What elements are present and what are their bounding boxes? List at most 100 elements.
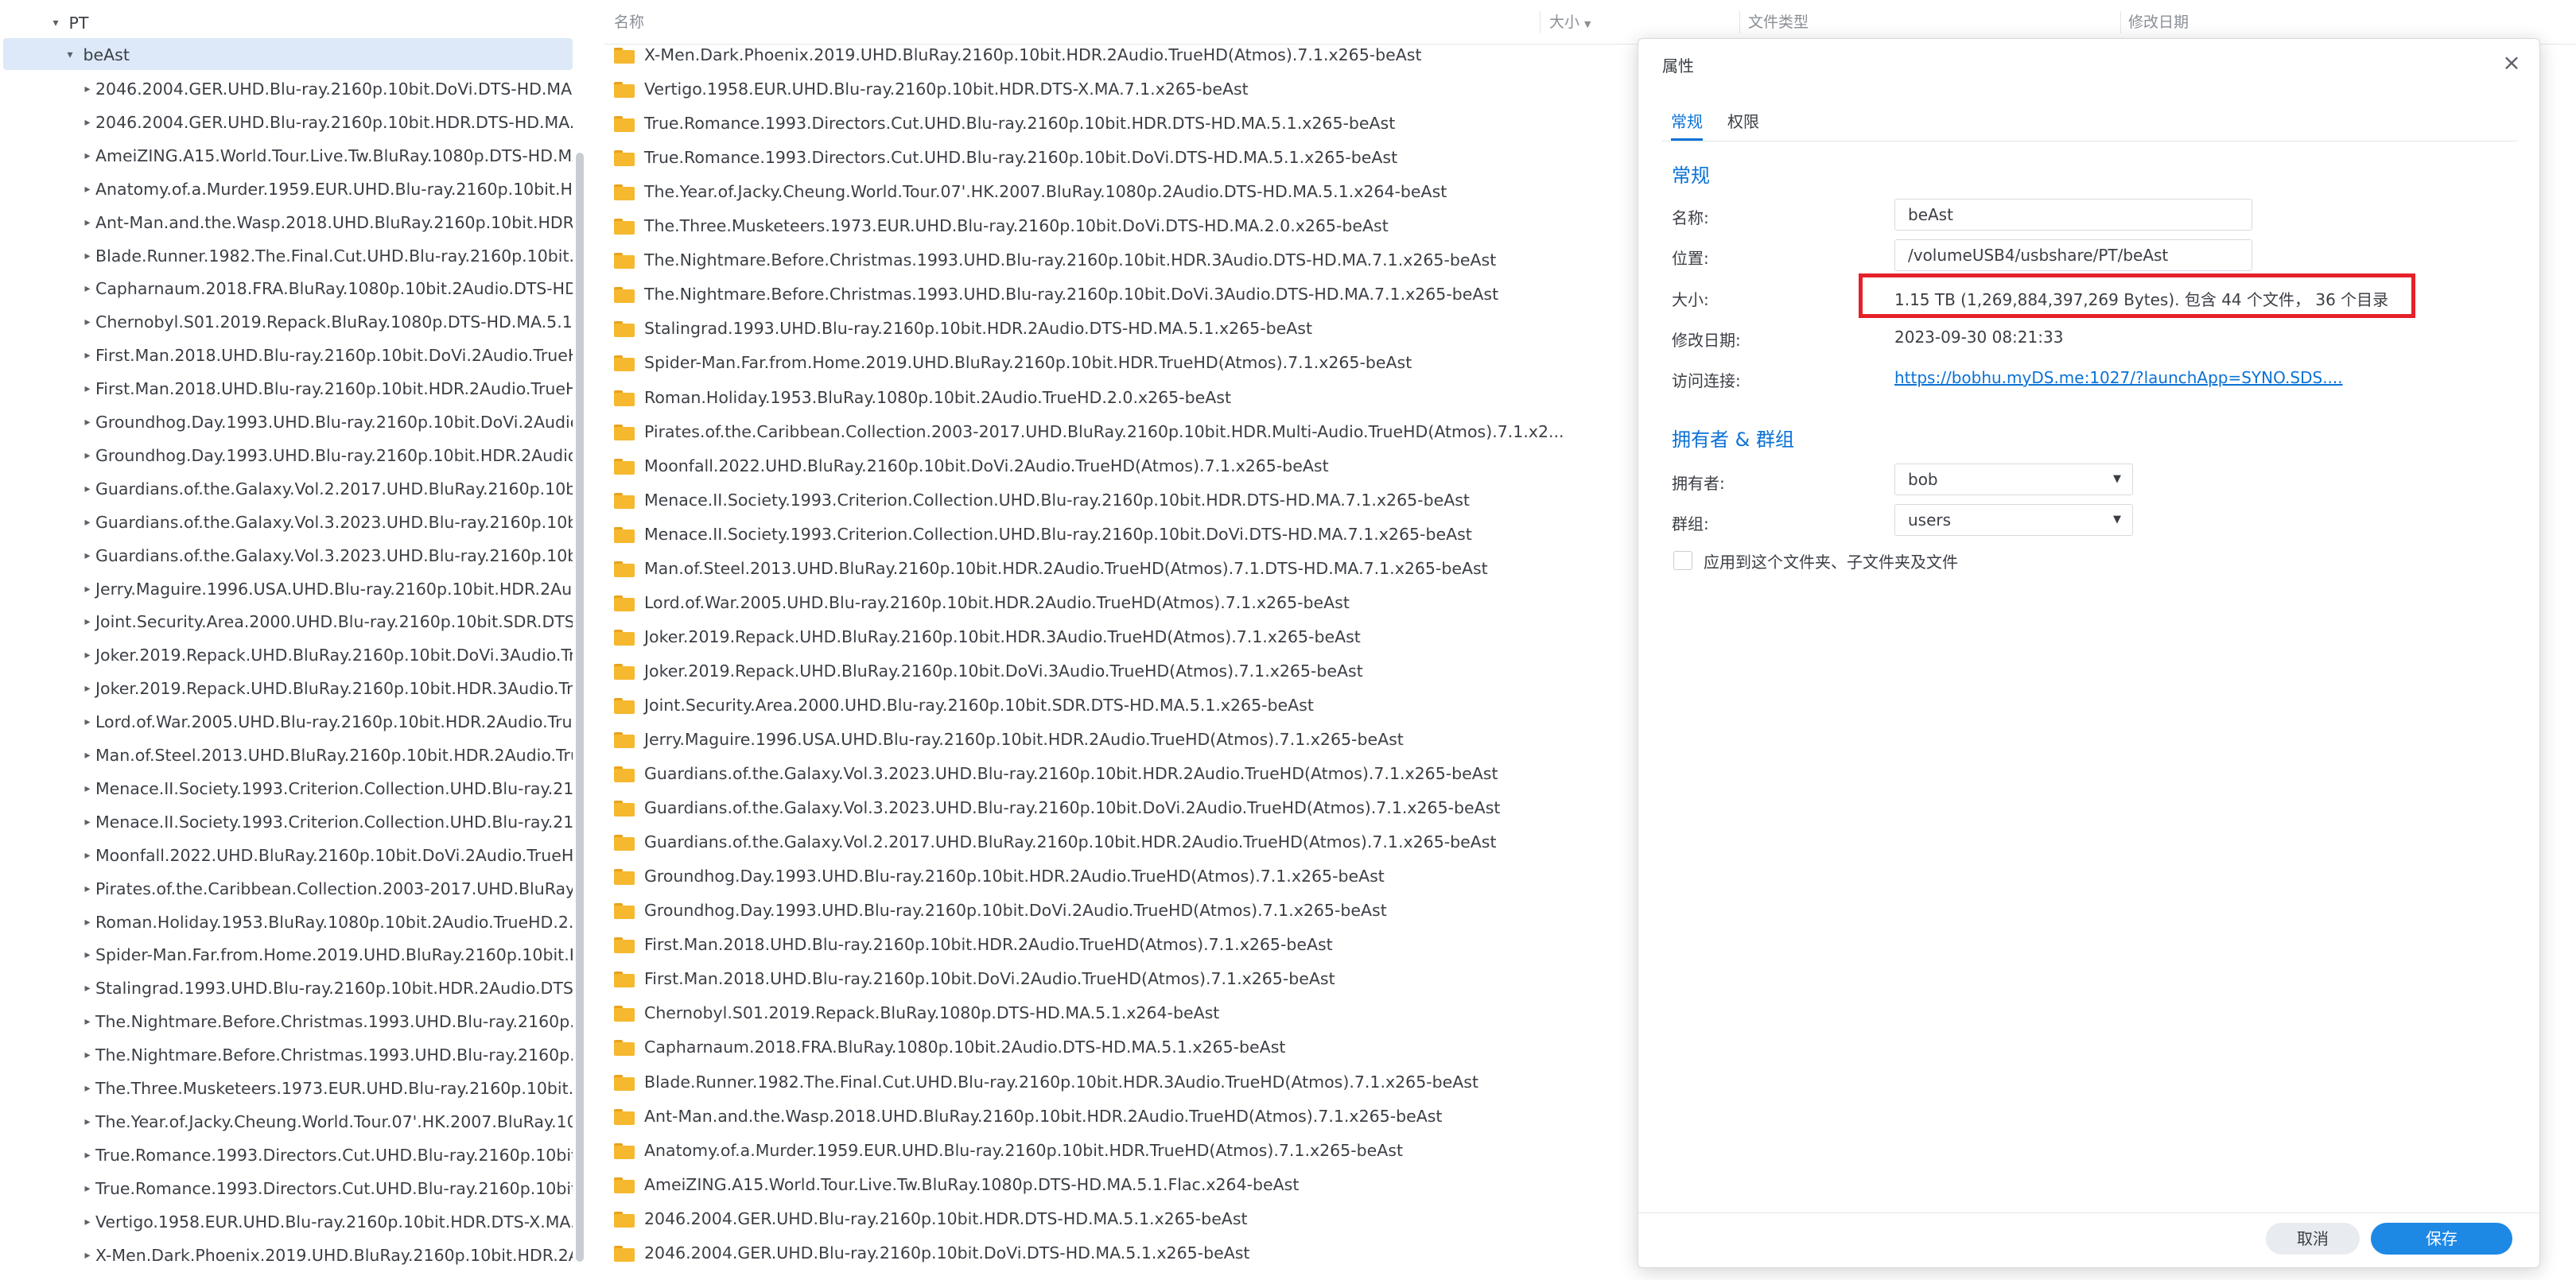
expand-arrow-icon[interactable]: ▸ xyxy=(80,939,95,970)
tree-item[interactable]: ▸ True.Romance.1993.Directors.Cut.UHD.Blu… xyxy=(80,1138,573,1170)
column-separator[interactable] xyxy=(1540,11,1541,33)
tree-item[interactable]: ▸ 2046.2004.GER.UHD.Blu-ray.2160p.10bit.H… xyxy=(80,106,573,138)
expand-arrow-icon[interactable]: ▸ xyxy=(80,639,95,670)
tree-item[interactable]: ▸ Groundhog.Day.1993.UHD.Blu-ray.2160p.10… xyxy=(80,405,573,437)
tree-item[interactable]: ▸ Ant-Man.and.the.Wasp.2018.UHD.BluRay.21… xyxy=(80,206,573,238)
expand-arrow-icon[interactable]: ▸ xyxy=(80,373,95,404)
tree-item[interactable]: ▸ The.Nightmare.Before.Christmas.1993.UHD… xyxy=(80,1005,573,1037)
tree-item[interactable]: ▸ Joint.Security.Area.2000.UHD.Blu-ray.21… xyxy=(80,605,573,637)
tree-item[interactable]: ▸ Vertigo.1958.EUR.UHD.Blu-ray.2160p.10bi… xyxy=(80,1205,573,1237)
expand-arrow-icon[interactable]: ▸ xyxy=(80,706,95,737)
tree-item[interactable]: ▸ AmeiZING.A15.World.Tour.Live.Tw.BluRay.… xyxy=(80,139,573,171)
expand-arrow-icon[interactable]: ▸ xyxy=(80,1106,95,1137)
tree-item[interactable]: ▸ First.Man.2018.UHD.Blu-ray.2160p.10bit.… xyxy=(80,339,573,370)
save-button[interactable]: 保存 xyxy=(2371,1223,2512,1255)
tree-item[interactable]: ▸ Anatomy.of.a.Murder.1959.EUR.UHD.Blu-ra… xyxy=(80,173,573,204)
name-field[interactable]: beAst xyxy=(1894,199,2252,231)
expand-arrow-icon[interactable]: ▸ xyxy=(80,573,95,604)
cancel-button[interactable]: 取消 xyxy=(2266,1223,2360,1255)
tab-general[interactable]: 常规 xyxy=(1671,109,1703,141)
expand-arrow-icon[interactable]: ▸ xyxy=(80,207,95,238)
expand-arrow-icon[interactable]: ▸ xyxy=(80,140,95,171)
tree-item[interactable]: ▸ Moonfall.2022.UHD.BluRay.2160p.10bit.Do… xyxy=(80,839,573,871)
expand-arrow-icon[interactable]: ▸ xyxy=(80,673,95,704)
expand-arrow-icon[interactable]: ▸ xyxy=(80,1206,95,1237)
tree-item[interactable]: ▸ Roman.Holiday.1953.BluRay.1080p.10bit.2… xyxy=(80,906,573,937)
expand-arrow-icon[interactable]: ▸ xyxy=(80,1173,95,1204)
expand-arrow-icon[interactable]: ▸ xyxy=(80,473,95,504)
expand-arrow-icon[interactable]: ▸ xyxy=(80,906,95,937)
tree-item[interactable]: ▸ X-Men.Dark.Phoenix.2019.UHD.BluRay.2160… xyxy=(80,1239,573,1270)
tree-item[interactable]: ▸ Jerry.Maguire.1996.USA.UHD.Blu-ray.2160… xyxy=(80,572,573,604)
tree-item[interactable]: ▸ The.Nightmare.Before.Christmas.1993.UHD… xyxy=(80,1038,573,1070)
tree-item[interactable]: ▸ Guardians.of.the.Galaxy.Vol.3.2023.UHD.… xyxy=(80,539,573,571)
file-name: Anatomy.of.a.Murder.1959.EUR.UHD.Blu-ray… xyxy=(644,1140,1403,1160)
expand-arrow-icon[interactable]: ▾ xyxy=(48,7,64,38)
tree-item-label: True.Romance.1993.Directors.Cut.UHD.Blu-… xyxy=(95,1178,573,1198)
tree-item[interactable]: ▸ Menace.II.Society.1993.Criterion.Collec… xyxy=(80,805,573,837)
close-icon[interactable]: × xyxy=(2497,48,2526,77)
tree-item-label: Menace.II.Society.1993.Criterion.Collect… xyxy=(95,778,573,798)
tree-item[interactable]: ▸ 2046.2004.GER.UHD.Blu-ray.2160p.10bit.D… xyxy=(80,72,573,104)
tree-item[interactable]: ▸ First.Man.2018.UHD.Blu-ray.2160p.10bit.… xyxy=(80,372,573,404)
expand-arrow-icon[interactable]: ▸ xyxy=(80,1239,95,1270)
expand-arrow-icon[interactable]: ▾ xyxy=(62,39,78,70)
expand-arrow-icon[interactable]: ▸ xyxy=(80,972,95,1003)
file-name: Lord.of.War.2005.UHD.Blu-ray.2160p.10bit… xyxy=(644,592,1350,612)
file-name: Groundhog.Day.1993.UHD.Blu-ray.2160p.10b… xyxy=(644,901,1387,921)
tree-item[interactable]: ▸ Spider-Man.Far.from.Home.2019.UHD.BluRa… xyxy=(80,938,573,970)
tree-item[interactable]: ▸ Menace.II.Society.1993.Criterion.Collec… xyxy=(80,772,573,804)
tab-permissions[interactable]: 权限 xyxy=(1727,109,1759,141)
expand-arrow-icon[interactable]: ▸ xyxy=(80,273,95,304)
tree-scrollbar[interactable] xyxy=(576,153,584,1262)
tree-item[interactable]: ▸ Chernobyl.S01.2019.Repack.BluRay.1080p.… xyxy=(80,305,573,337)
expand-arrow-icon[interactable]: ▸ xyxy=(80,107,95,138)
folder-icon xyxy=(614,595,635,611)
expand-arrow-icon[interactable]: ▸ xyxy=(80,1039,95,1070)
tree-item[interactable]: ▸ Groundhog.Day.1993.UHD.Blu-ray.2160p.10… xyxy=(80,439,573,471)
tree-root-item[interactable]: ▾ PT xyxy=(48,6,573,38)
expand-arrow-icon[interactable]: ▸ xyxy=(80,173,95,204)
expand-arrow-icon[interactable]: ▸ xyxy=(80,606,95,637)
expand-arrow-icon[interactable]: ▸ xyxy=(80,240,95,271)
owner-select[interactable]: bob ▼ xyxy=(1894,464,2133,495)
expand-arrow-icon[interactable]: ▸ xyxy=(80,840,95,871)
group-select[interactable]: users ▼ xyxy=(1894,504,2133,536)
location-field[interactable]: /volumeUSB4/usbshare/PT/beAst xyxy=(1894,239,2252,271)
expand-arrow-icon[interactable]: ▸ xyxy=(80,739,95,770)
expand-arrow-icon[interactable]: ▸ xyxy=(80,873,95,904)
tree-item[interactable]: ▸ Joker.2019.Repack.UHD.BluRay.2160p.10bi… xyxy=(80,638,573,670)
tree-item[interactable]: ▸ True.Romance.1993.Directors.Cut.UHD.Blu… xyxy=(80,1172,573,1204)
tree-item[interactable]: ▸ Blade.Runner.1982.The.Final.Cut.UHD.Blu… xyxy=(80,239,573,271)
access-link[interactable]: https://bobhu.myDS.me:1027/?launchApp=SY… xyxy=(1894,368,2343,387)
expand-arrow-icon[interactable]: ▸ xyxy=(80,73,95,104)
column-separator[interactable] xyxy=(2120,11,2121,33)
column-separator[interactable] xyxy=(1739,11,1740,33)
apply-recursive-label: 应用到这个文件夹、子文件夹及文件 xyxy=(1704,553,1958,572)
apply-recursive-checkbox[interactable] xyxy=(1673,551,1692,570)
tree-item[interactable]: ▸ The.Three.Musketeers.1973.EUR.UHD.Blu-r… xyxy=(80,1072,573,1104)
tree-item[interactable]: ▸ Pirates.of.the.Caribbean.Collection.200… xyxy=(80,872,573,904)
file-name: Guardians.of.the.Galaxy.Vol.2.2017.UHD.B… xyxy=(644,832,1497,852)
expand-arrow-icon[interactable]: ▸ xyxy=(80,1139,95,1170)
expand-arrow-icon[interactable]: ▸ xyxy=(80,406,95,437)
expand-arrow-icon[interactable]: ▸ xyxy=(80,1006,95,1037)
tree-selected-item[interactable]: ▾ beAst xyxy=(3,38,573,70)
file-name: Guardians.of.the.Galaxy.Vol.3.2023.UHD.B… xyxy=(644,798,1501,818)
expand-arrow-icon[interactable]: ▸ xyxy=(80,506,95,537)
expand-arrow-icon[interactable]: ▸ xyxy=(80,1072,95,1104)
expand-arrow-icon[interactable]: ▸ xyxy=(80,440,95,471)
tree-item[interactable]: ▸ Guardians.of.the.Galaxy.Vol.2.2017.UHD.… xyxy=(80,472,573,504)
tree-item[interactable]: ▸ Joker.2019.Repack.UHD.BluRay.2160p.10bi… xyxy=(80,672,573,704)
expand-arrow-icon[interactable]: ▸ xyxy=(80,306,95,337)
expand-arrow-icon[interactable]: ▸ xyxy=(80,806,95,837)
tree-item[interactable]: ▸ The.Year.of.Jacky.Cheung.World.Tour.07'… xyxy=(80,1105,573,1137)
tree-item[interactable]: ▸ Capharnaum.2018.FRA.BluRay.1080p.10bit.… xyxy=(80,272,573,304)
expand-arrow-icon[interactable]: ▸ xyxy=(80,773,95,804)
tree-item[interactable]: ▸ Lord.of.War.2005.UHD.Blu-ray.2160p.10bi… xyxy=(80,705,573,737)
tree-item[interactable]: ▸ Stalingrad.1993.UHD.Blu-ray.2160p.10bit… xyxy=(80,972,573,1003)
tree-item[interactable]: ▸ Guardians.of.the.Galaxy.Vol.3.2023.UHD.… xyxy=(80,506,573,537)
expand-arrow-icon[interactable]: ▸ xyxy=(80,339,95,370)
expand-arrow-icon[interactable]: ▸ xyxy=(80,540,95,571)
tree-item[interactable]: ▸ Man.of.Steel.2013.UHD.BluRay.2160p.10bi… xyxy=(80,739,573,770)
